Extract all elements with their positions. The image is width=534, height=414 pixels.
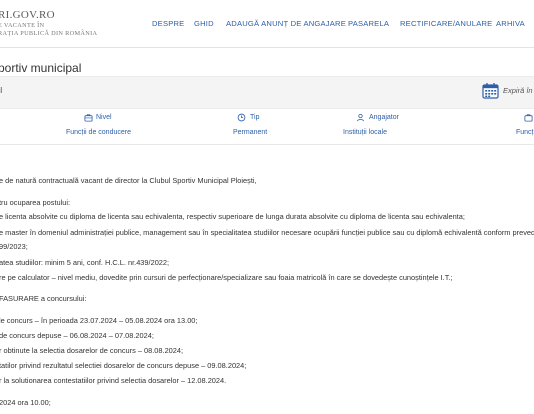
briefcase-icon <box>84 114 93 122</box>
content-line: de concurs depuse – 06.08.2024 – 07.08.2… <box>0 331 154 340</box>
content-line: e licenta absolvite cu diploma de licent… <box>0 212 465 221</box>
content-line: r la solutionarea contestatiilor privind… <box>0 376 227 385</box>
site-logo-subtitle-line2: RAȚIA PUBLICĂ DIN ROMÂNIA <box>0 30 98 37</box>
briefcase-icon-partial <box>524 114 533 122</box>
content-line: FASURARE a concursului: <box>0 294 87 303</box>
content-line: le concurs – în perioada 23.07.2024 – 05… <box>0 316 198 325</box>
nav-arhiva[interactable]: ARHIVA <box>496 19 525 28</box>
band-left-text: il <box>0 86 3 95</box>
content-line: 99/2023; <box>0 242 28 251</box>
nav-despre[interactable]: DESPRE <box>152 19 184 28</box>
content-line: atea studiilor: minim 5 ani, conf. H.C.L… <box>0 258 170 267</box>
meta-divider <box>0 144 534 145</box>
content-line: re pe calculator – nivel mediu, dovedite… <box>0 273 453 282</box>
nivel-label: Nivel <box>96 114 112 121</box>
info-band: il Expiră în <box>0 76 534 109</box>
content-line: tatilor privind rezultatul selectiei dos… <box>0 361 247 370</box>
content-line: e master în domeniul administrației publ… <box>0 228 534 237</box>
calendar-icon <box>482 83 499 99</box>
clock-icon <box>237 113 246 122</box>
nav-ghid[interactable]: GHID <box>194 19 214 28</box>
content-line: e de natură contractuală vacant de direc… <box>0 176 257 185</box>
user-icon <box>357 113 364 122</box>
tip-value[interactable]: Permanent <box>233 129 267 136</box>
expira-label: Expiră în <box>503 86 533 95</box>
header-divider <box>0 47 534 48</box>
site-logo-title[interactable]: RI.GOV.RO <box>0 9 55 21</box>
nivel-value[interactable]: Funcții de conducere <box>66 129 131 136</box>
nav-adauga-anunt[interactable]: ADAUGĂ ANUNȚ DE ANGAJARE <box>226 19 346 28</box>
angajator-label: Angajator <box>369 114 399 121</box>
site-header: RI.GOV.RO E VACANTE ÎN RAȚIA PUBLICĂ DIN… <box>0 0 534 46</box>
page-title: portiv municipal <box>0 61 82 75</box>
nav-rectificare-anulare[interactable]: RECTIFICARE/ANULARE <box>400 19 492 28</box>
nav-pasarela[interactable]: PASARELA <box>348 19 389 28</box>
angajator-value[interactable]: Instituții locale <box>343 129 387 136</box>
content-line: r obtinute la selectia dosarelor de conc… <box>0 346 184 355</box>
content-line: 2024 ora 10.00; <box>0 398 51 407</box>
tip-label: Tip <box>250 114 260 121</box>
content-line: tru ocuparea postului: <box>0 198 71 207</box>
site-logo-subtitle-line1: E VACANTE ÎN <box>0 22 45 29</box>
extra-category-value[interactable]: Funcț <box>516 129 534 136</box>
